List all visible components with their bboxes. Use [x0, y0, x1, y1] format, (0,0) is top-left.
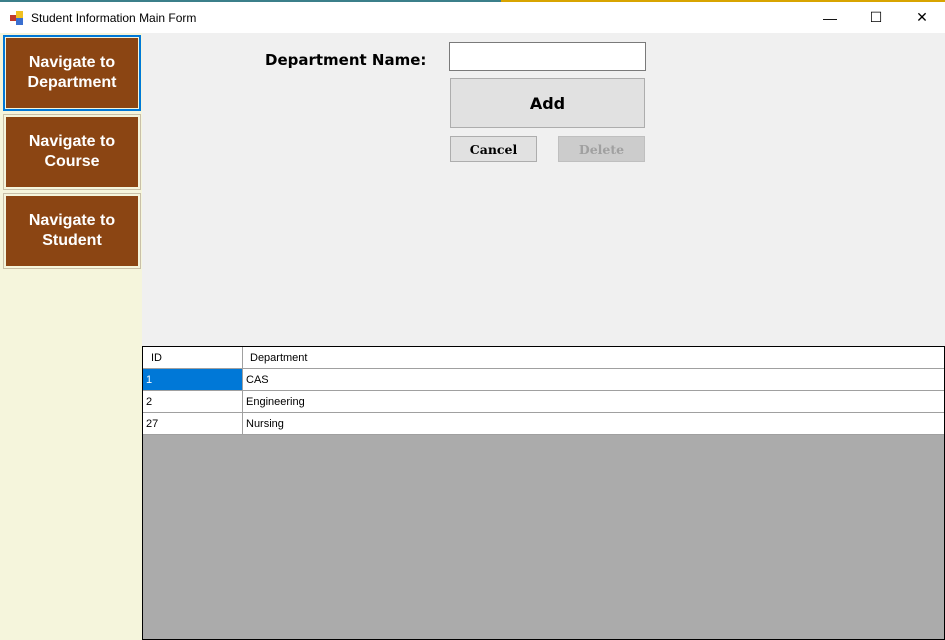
table-row[interactable]: 27 Nursing [143, 413, 944, 435]
delete-button: Delete [558, 136, 645, 162]
department-grid[interactable]: ID Department 1 CAS 2 Engineering 27 Nur… [142, 346, 945, 640]
navigate-student-button[interactable]: Navigate to Student [3, 193, 141, 269]
app-icon [10, 10, 24, 25]
maximize-button[interactable]: ☐ [853, 2, 899, 33]
department-name-input[interactable] [449, 42, 646, 71]
navigate-course-button[interactable]: Navigate to Course [3, 114, 141, 190]
cell-department[interactable]: Nursing [243, 413, 944, 434]
sidebar: Navigate to Department Navigate to Cours… [0, 33, 142, 640]
cell-department[interactable]: CAS [243, 369, 944, 390]
cell-id[interactable]: 2 [143, 391, 243, 412]
cell-department[interactable]: Engineering [243, 391, 944, 412]
column-header-id[interactable]: ID [143, 347, 243, 368]
column-header-department[interactable]: Department [243, 347, 944, 368]
table-row[interactable]: 1 CAS [143, 369, 944, 391]
department-name-label: Department Name: [265, 51, 427, 69]
main-panel: Department Name: Add Cancel Delete ID De… [142, 33, 945, 640]
close-button[interactable]: ✕ [899, 2, 945, 33]
window-title: Student Information Main Form [31, 10, 197, 25]
navigate-department-button[interactable]: Navigate to Department [3, 35, 141, 111]
cancel-button[interactable]: Cancel [450, 136, 537, 162]
table-row[interactable]: 2 Engineering [143, 391, 944, 413]
add-button[interactable]: Add [450, 78, 645, 128]
grid-header: ID Department [143, 347, 944, 369]
title-bar: Student Information Main Form — ☐ ✕ [0, 2, 945, 33]
cell-id[interactable]: 27 [143, 413, 243, 434]
cell-id[interactable]: 1 [143, 369, 243, 390]
minimize-button[interactable]: — [807, 2, 853, 33]
